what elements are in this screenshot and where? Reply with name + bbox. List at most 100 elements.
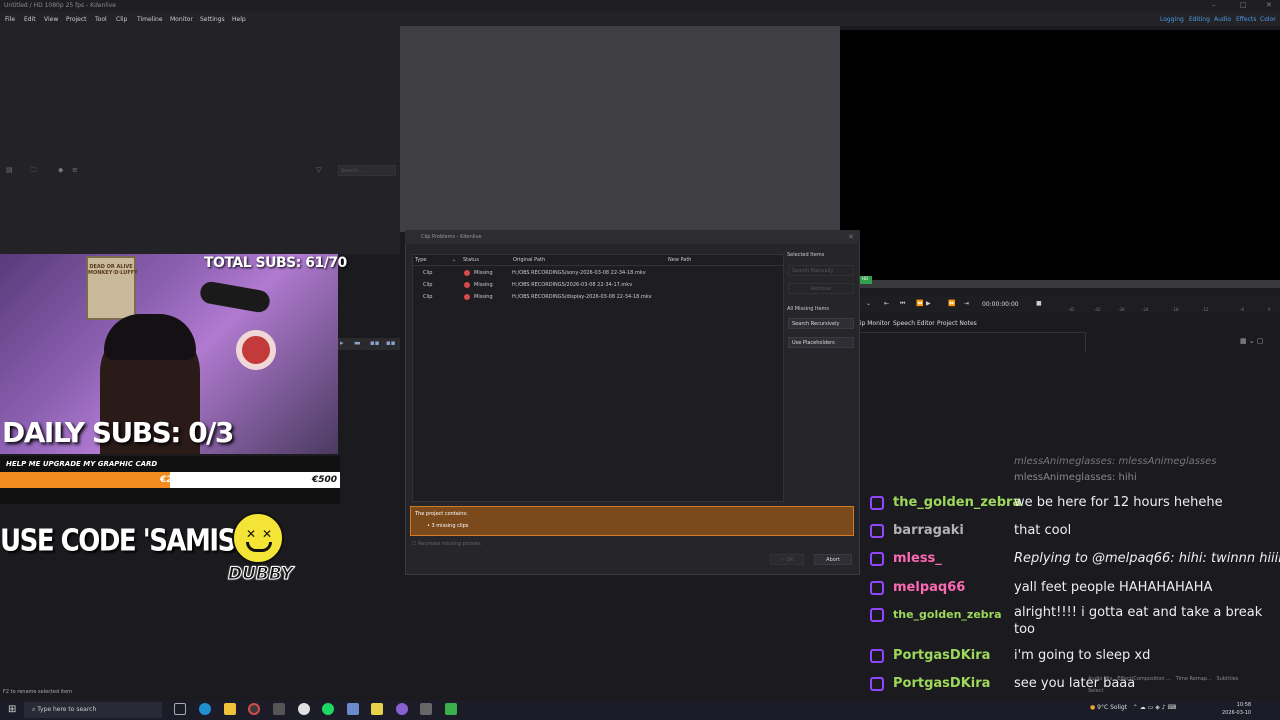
column-new-path[interactable]: New Path [668, 257, 691, 263]
menu-view[interactable]: View [44, 16, 58, 23]
menu-help[interactable]: Help [232, 16, 246, 23]
workspace-effects[interactable]: Effects [1236, 16, 1256, 23]
abort-button[interactable]: Abort [814, 554, 852, 565]
status-hint: F2 to rename selected item [3, 689, 73, 695]
clock[interactable]: 10:58 2026-03-10 [1222, 701, 1251, 717]
column-status[interactable]: Status [463, 257, 479, 263]
menu-project[interactable]: Project [66, 16, 87, 23]
kdenlive-icon[interactable] [347, 703, 359, 715]
track-icon[interactable]: ▸ [340, 339, 344, 347]
play-icon[interactable]: ▶ [926, 300, 931, 307]
dubby-logo: DUBBY [227, 564, 294, 585]
windows-start-icon[interactable]: ⊞ [8, 704, 16, 715]
forward-icon[interactable]: ⏩ [948, 300, 955, 307]
app-icon[interactable] [273, 703, 285, 715]
tab-time-remap[interactable]: Time Remap... [1176, 676, 1212, 682]
tag-icon[interactable]: ◆ [58, 166, 63, 174]
tray-icons[interactable]: ⌃ ☁ ▭ ◈ ♪ ⌨ [1133, 704, 1176, 711]
ok-button[interactable]: ✓ OK [770, 554, 804, 565]
row-path: H:/OBS RECORDINGS/sony-2026-03-08 22-34-… [512, 270, 646, 276]
table-row[interactable]: Clip Missing H:/OBS RECORDINGS/display-2… [412, 291, 784, 303]
bottom-tabs: Audio Mix Effect/Composition ... Time Re… [1088, 676, 1238, 694]
bin-search-input[interactable]: Search... [338, 165, 396, 176]
taskbar-search[interactable]: ⌕ Type here to search [24, 702, 162, 718]
ok-label: OK [786, 557, 794, 563]
zoom-chevron-icon[interactable]: ⌄ [866, 300, 871, 307]
workspace-audio[interactable]: Audio [1214, 16, 1231, 23]
menu-clip[interactable]: Clip [116, 16, 127, 23]
search-recursively-button[interactable]: Search Recursively [788, 318, 854, 329]
row-path: H:/OBS RECORDINGS/2026-03-08 22-34-17.mk… [512, 282, 633, 288]
spotify-icon[interactable] [322, 703, 334, 715]
chat-user: PortgasDKira [893, 648, 991, 663]
close-icon[interactable]: ✕ [1266, 1, 1272, 9]
menu-file[interactable]: File [5, 16, 15, 23]
table-row[interactable]: Clip Missing H:/OBS RECORDINGS/sony-2026… [412, 267, 784, 279]
out-point-icon[interactable]: ⇥ [964, 300, 969, 307]
workspace-editing[interactable]: Editing [1189, 16, 1210, 23]
select-tool[interactable]: Select [1088, 688, 1238, 694]
tab-subtitles[interactable]: Subtitles [1217, 676, 1239, 682]
group-icon[interactable]: ▪▪ [370, 339, 380, 347]
in-point-icon[interactable]: ⇤ [884, 300, 889, 307]
obs-icon[interactable] [248, 703, 260, 715]
stop-icon[interactable]: ■ [1036, 300, 1042, 307]
dialog-close-icon[interactable]: ✕ [848, 233, 854, 241]
file-explorer-icon[interactable] [224, 703, 236, 715]
info-item: • 3 missing clips [427, 523, 469, 529]
row-status: Missing [474, 294, 493, 300]
menu-edit[interactable]: Edit [24, 16, 36, 23]
chat-text: yall feet people HAHAHAHAHA [1014, 580, 1213, 595]
workspace-logging[interactable]: Logging [1160, 16, 1184, 23]
chat-faded-line: mlessAnimeglasses: mlessAnimeglasses [1014, 456, 1217, 467]
sort-chevron-icon[interactable]: ⌄ [452, 257, 456, 263]
notes-icon[interactable] [371, 703, 383, 715]
add-folder-icon[interactable]: 🗀 [30, 166, 37, 177]
chat-text: Replying to @melpaq66: hihi: twinnn hiii… [1014, 551, 1280, 566]
menu-tool[interactable]: Tool [95, 16, 107, 23]
ruler-tick: 0 [1268, 307, 1271, 312]
search-manually-button[interactable]: Search Manually [788, 265, 854, 276]
prev-frame-icon[interactable]: ⏮ [900, 300, 905, 308]
menu-timeline[interactable]: Timeline [137, 16, 163, 23]
ruler-tick: -12 [1202, 307, 1209, 312]
terminal-icon[interactable] [420, 703, 432, 715]
table-row[interactable]: Clip Missing H:/OBS RECORDINGS/2026-03-0… [412, 279, 784, 291]
more-icon[interactable]: ▪▪ [386, 339, 396, 347]
twitch-badge-icon [870, 608, 884, 622]
panel-options-icon[interactable]: ▦ ⌄ ▢ [1240, 337, 1264, 345]
chrome-icon[interactable] [298, 703, 310, 715]
weather-text[interactable]: 9°C Soligt [1097, 704, 1127, 711]
chat-text-continued: too [1014, 622, 1036, 637]
filter-icon[interactable]: ▽ [316, 166, 321, 174]
app-green-icon[interactable] [445, 703, 457, 715]
rewind-icon[interactable]: ⏪ [916, 300, 923, 307]
bin-view-icon[interactable]: ▤ [6, 166, 13, 174]
use-placeholders-button[interactable]: Use Placeholders [788, 337, 854, 348]
maximize-icon[interactable]: □ [1240, 1, 1247, 9]
menu-monitor[interactable]: Monitor [170, 16, 193, 23]
menu-icon[interactable]: ≡ [72, 166, 78, 174]
remove-button[interactable]: Remove [788, 283, 854, 294]
goal-bar-fill [0, 472, 170, 488]
tab-speech-editor[interactable]: Speech Editor [893, 320, 935, 327]
tab-effect-composition[interactable]: Effect/Composition ... [1117, 676, 1171, 682]
minimize-icon[interactable]: – [1212, 1, 1216, 9]
twitch-badge-icon [870, 649, 884, 663]
tab-project-notes[interactable]: Project Notes [937, 320, 977, 327]
split-icon[interactable]: ▬ [354, 339, 361, 347]
timecode[interactable]: 00:00:00:00 [982, 301, 1019, 308]
tab-audio-mix[interactable]: Audio Mix [1088, 676, 1112, 682]
clip-monitor [400, 26, 840, 232]
row-path: H:/OBS RECORDINGS/display-2026-03-08 22-… [512, 294, 652, 300]
goal-max: €500 [312, 475, 338, 485]
task-view-icon[interactable] [174, 703, 186, 715]
column-type[interactable]: Type [415, 257, 426, 263]
recreate-proxies-checkbox[interactable]: ☐ Recreate missing proxies [412, 541, 481, 547]
workspace-color[interactable]: Color [1260, 16, 1276, 23]
menu-settings[interactable]: Settings [200, 16, 225, 23]
discord-icon[interactable] [396, 703, 408, 715]
twitch-badge-icon [870, 552, 884, 566]
edge-icon[interactable] [199, 703, 211, 715]
column-original-path[interactable]: Original Path [513, 257, 545, 263]
